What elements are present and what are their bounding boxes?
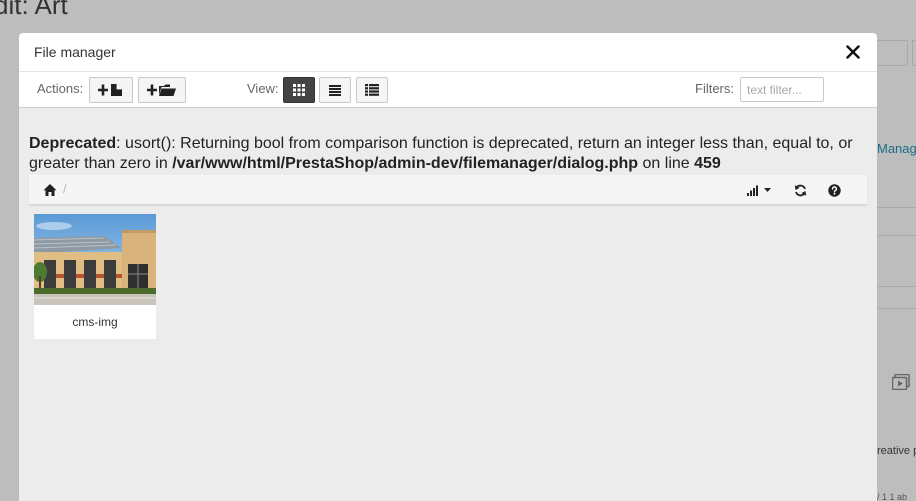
background-input-2 bbox=[912, 40, 916, 66]
page-title: dit: Art bbox=[0, 0, 68, 20]
background-text: reative p bbox=[877, 445, 916, 457]
background-divider bbox=[877, 308, 916, 309]
new-folder-button[interactable] bbox=[138, 77, 186, 103]
view-label: View: bbox=[247, 81, 279, 96]
columns-view-button[interactable] bbox=[356, 77, 388, 103]
help-icon bbox=[828, 183, 841, 197]
filters-label: Filters: bbox=[695, 81, 734, 96]
close-button[interactable] bbox=[844, 43, 862, 61]
toolbar: Actions: View: Filters: text filter... bbox=[19, 72, 877, 108]
sort-button[interactable] bbox=[747, 183, 773, 197]
error-on-line: on line bbox=[638, 155, 695, 172]
columns-view-icon bbox=[365, 84, 379, 96]
background-divider bbox=[877, 207, 916, 208]
file-item[interactable]: cms-img bbox=[34, 214, 156, 339]
background-divider bbox=[877, 235, 916, 236]
refresh-icon bbox=[794, 184, 807, 196]
grid-view-button[interactable] bbox=[283, 77, 315, 103]
error-level: Deprecated bbox=[29, 135, 117, 152]
file-name: cms-img bbox=[72, 315, 118, 329]
background-divider bbox=[877, 286, 916, 287]
file-manager-modal: File manager Actions: View: Filters: tex… bbox=[19, 33, 877, 501]
home-icon[interactable] bbox=[43, 183, 57, 197]
list-view-icon bbox=[329, 84, 341, 96]
error-line-number: 459 bbox=[694, 155, 721, 172]
building-image bbox=[34, 214, 156, 305]
actions-label: Actions: bbox=[37, 81, 84, 96]
upload-file-button[interactable] bbox=[89, 77, 133, 103]
modal-title: File manager bbox=[34, 44, 116, 60]
grid-view-icon bbox=[293, 84, 305, 96]
deprecation-warning: Deprecated: usort(): Returning bool from… bbox=[29, 134, 869, 174]
modal-header: File manager bbox=[19, 33, 877, 72]
help-button[interactable] bbox=[828, 183, 841, 197]
refresh-button[interactable] bbox=[794, 183, 807, 197]
filter-input[interactable] bbox=[740, 77, 824, 102]
close-icon bbox=[846, 45, 860, 59]
background-link: Manag bbox=[877, 141, 916, 156]
list-view-button[interactable] bbox=[319, 77, 351, 103]
file-browser-area: Deprecated: usort(): Returning bool from… bbox=[19, 108, 877, 501]
new-folder-icon bbox=[147, 84, 176, 96]
error-path: /var/www/html/PrestaShop/admin-dev/filem… bbox=[172, 155, 639, 172]
breadcrumb-separator: / bbox=[63, 181, 67, 196]
upload-file-icon bbox=[98, 84, 122, 96]
file-thumbnail bbox=[34, 214, 156, 305]
background-small-text: / 1 1 ab bbox=[877, 492, 908, 501]
breadcrumb: / bbox=[29, 175, 867, 205]
video-icon bbox=[892, 374, 910, 390]
sort-icon bbox=[747, 185, 771, 196]
